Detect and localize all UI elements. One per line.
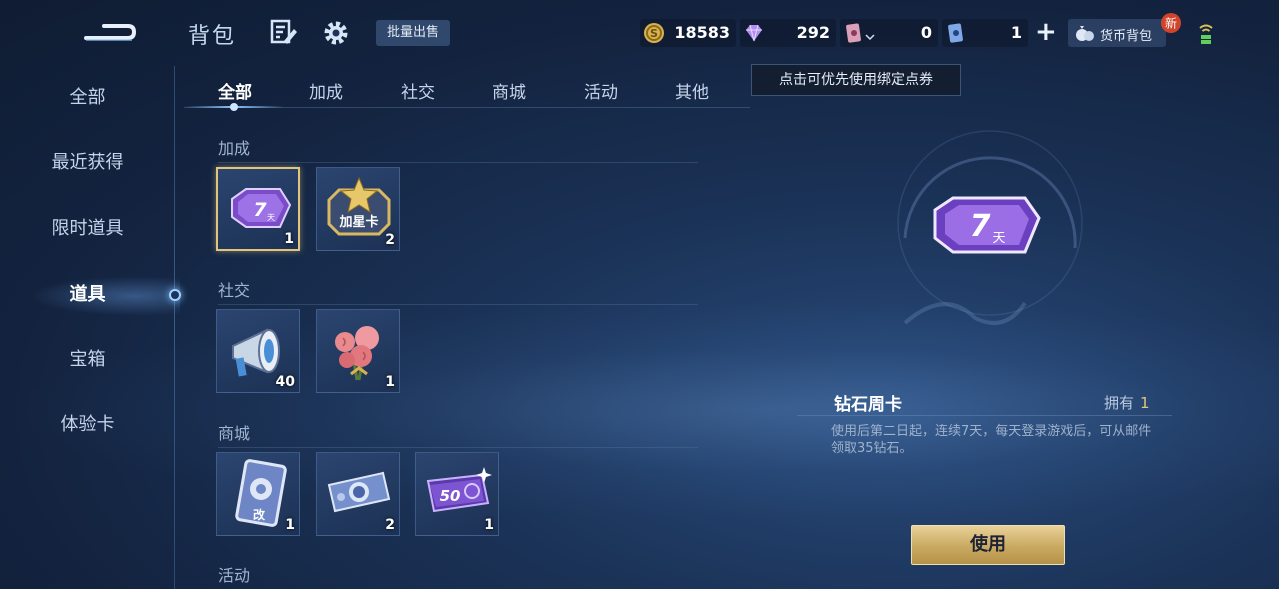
- section-label-social: 社交: [218, 281, 251, 300]
- sidebar-item-recent[interactable]: 最近获得: [0, 143, 175, 183]
- money-bag-icon: [1076, 26, 1094, 41]
- detail-divider: [797, 415, 1172, 416]
- svg-text:天: 天: [992, 231, 1005, 246]
- voucher-icon: [948, 23, 963, 43]
- owned-label: 拥有: [1104, 394, 1135, 412]
- section-divider: [218, 304, 698, 305]
- page-title: 背包: [188, 24, 237, 49]
- tab-boost[interactable]: 加成: [296, 78, 356, 103]
- section-divider: [218, 162, 698, 163]
- voucher-value: 1: [1010, 23, 1022, 42]
- sidebar-item-limited[interactable]: 限时道具: [0, 209, 175, 249]
- section-label-shop: 商城: [218, 424, 251, 443]
- back-arrow-icon[interactable]: [82, 16, 138, 46]
- gold-coin-balance: S 18583: [640, 19, 736, 47]
- gold-coin-icon: S: [644, 23, 664, 43]
- category-sidebar: 全部 最近获得 限时道具 道具 宝箱 体验卡: [0, 66, 181, 589]
- svg-text:改: 改: [253, 507, 266, 522]
- item-slot-megaphone[interactable]: 40: [216, 309, 300, 393]
- voucher-tooltip: 点击可优先使用绑定点券: [751, 64, 961, 96]
- item-preview: 7 天: [897, 130, 1083, 325]
- tab-shop[interactable]: 商城: [479, 78, 539, 103]
- svg-text:天: 天: [267, 213, 275, 222]
- item-description: 使用后第二日起，连续7天，每天登录游戏后，可从邮件领取35钻石。: [831, 424, 1152, 456]
- add-voucher-icon[interactable]: +: [1035, 19, 1057, 45]
- item-name: 钻石周卡: [834, 395, 902, 415]
- sidebar-item-trial-cards[interactable]: 体验卡: [0, 405, 175, 445]
- item-slot-coupon-ticket[interactable]: 2: [316, 452, 400, 536]
- item-slot-roses[interactable]: 1: [316, 309, 400, 393]
- item-count: 1: [385, 374, 395, 390]
- tab-events[interactable]: 活动: [571, 78, 631, 103]
- item-slot-rename-card[interactable]: 改 1: [216, 452, 300, 536]
- item-slot-fifty-coupon[interactable]: 50 1: [415, 452, 499, 536]
- notes-edit-icon[interactable]: [270, 19, 298, 45]
- voucher-balance: 1: [942, 19, 1028, 47]
- bound-voucher-value: 0: [920, 23, 932, 42]
- tab-other[interactable]: 其他: [662, 78, 722, 103]
- svg-text:S: S: [650, 27, 658, 40]
- use-button[interactable]: 使用: [911, 525, 1065, 565]
- section-label-boost: 加成: [218, 139, 251, 158]
- currency-wallet-button[interactable]: 货币背包: [1068, 19, 1166, 47]
- item-slot-diamond-week-card[interactable]: 7 天 1: [216, 167, 300, 251]
- owned-value: 1: [1140, 394, 1150, 412]
- sidebar-item-all[interactable]: 全部: [0, 78, 175, 118]
- item-count: 2: [385, 517, 395, 533]
- tab-social[interactable]: 社交: [388, 78, 448, 103]
- new-badge: 新: [1161, 13, 1181, 33]
- item-slot-add-star-card[interactable]: 加星卡 2: [316, 167, 400, 251]
- section-label-events: 活动: [218, 566, 251, 585]
- svg-text:加星卡: 加星卡: [338, 214, 378, 230]
- item-count: 1: [284, 231, 294, 247]
- section-divider: [218, 447, 698, 448]
- svg-text:7: 7: [253, 199, 267, 221]
- gear-icon[interactable]: [322, 19, 350, 47]
- diamond-week-card-large-icon: 7 天: [933, 196, 1041, 254]
- bulk-sell-button[interactable]: 批量出售: [376, 20, 451, 46]
- svg-text:50: 50: [440, 487, 461, 505]
- sidebar-item-chests[interactable]: 宝箱: [0, 340, 175, 380]
- filter-tabs: 全部 加成 社交 商城 活动 其他: [190, 70, 750, 110]
- tab-all[interactable]: 全部: [205, 78, 265, 103]
- item-count: 40: [275, 374, 295, 390]
- diamond-icon: [746, 24, 762, 42]
- active-tab-dot: [230, 103, 238, 111]
- owned-count: 拥有 1: [1104, 392, 1150, 413]
- top-bar: 背包 批量出售 S 18583 292 0 1 + 货币背包 新: [0, 0, 1279, 64]
- item-count: 1: [285, 517, 295, 533]
- currency-wallet-label: 货币背包: [1100, 29, 1153, 44]
- bound-voucher-icon: [846, 23, 861, 43]
- diamond-balance: 292: [740, 19, 836, 47]
- sidebar-active-dot: [169, 289, 181, 301]
- wifi-signal-icon: [1199, 24, 1213, 44]
- diamond-value: 292: [796, 23, 830, 42]
- sidebar-item-props[interactable]: 道具: [0, 275, 175, 315]
- item-count: 1: [484, 517, 494, 533]
- svg-text:新: 新: [1165, 16, 1177, 31]
- gold-coin-value: 18583: [674, 23, 730, 42]
- svg-text:7: 7: [970, 209, 991, 244]
- chevron-down-icon[interactable]: [865, 33, 875, 41]
- item-count: 2: [385, 232, 395, 248]
- bound-voucher-balance[interactable]: 0: [840, 19, 938, 47]
